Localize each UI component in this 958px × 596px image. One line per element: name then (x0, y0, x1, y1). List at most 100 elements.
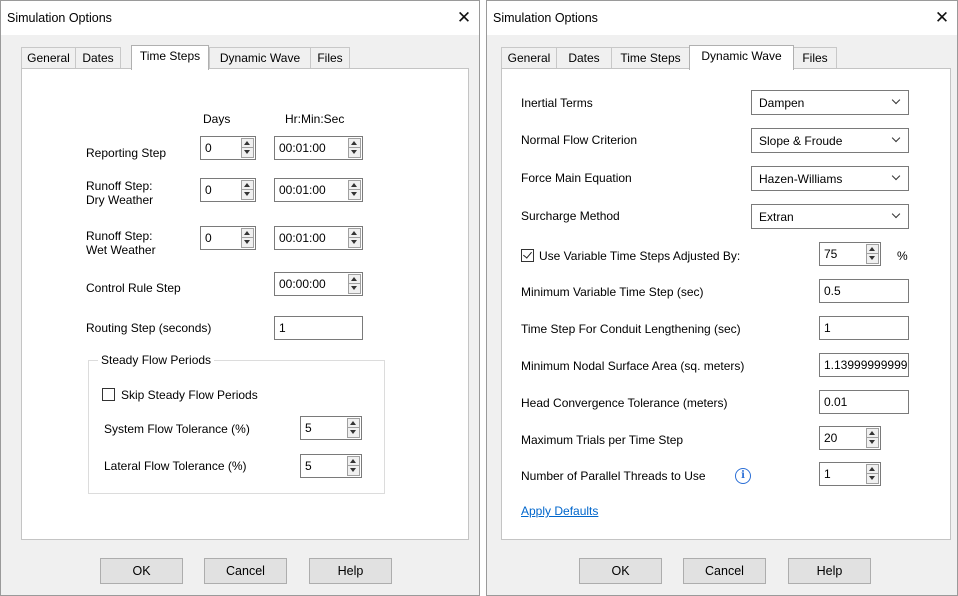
skip-steady-flow-checkbox[interactable] (102, 388, 115, 401)
reporting-step-days-stepper[interactable]: 0 (200, 136, 256, 160)
title-bar: Simulation Options ✕ (1, 1, 479, 35)
parallel-threads-label: Number of Parallel Threads to Use (521, 469, 706, 483)
tab-strip: General Dates Time Steps Dynamic Wave Fi… (501, 45, 861, 70)
routing-step-label: Routing Step (seconds) (86, 321, 212, 335)
spin-down-icon[interactable] (242, 190, 253, 199)
normal-flow-criterion-label: Normal Flow Criterion (521, 133, 638, 147)
help-button[interactable]: Help (309, 558, 392, 584)
tab-general[interactable]: General (21, 47, 76, 69)
help-button[interactable]: Help (788, 558, 871, 584)
max-trials-stepper[interactable]: 20 (819, 426, 881, 450)
spin-buttons[interactable] (866, 428, 879, 448)
min-nodal-area-input[interactable]: 1.13999999999 (819, 353, 909, 377)
spin-buttons[interactable] (348, 138, 361, 158)
spin-buttons[interactable] (347, 418, 360, 438)
force-main-equation-label: Force Main Equation (521, 171, 632, 185)
tab-dates[interactable]: Dates (556, 47, 612, 69)
spin-up-icon[interactable] (242, 229, 253, 238)
head-convergence-input[interactable]: 0.01 (819, 390, 909, 414)
spin-down-icon[interactable] (867, 254, 878, 263)
apply-defaults-link[interactable]: Apply Defaults (521, 504, 598, 518)
surcharge-method-select[interactable]: Extran (751, 204, 909, 229)
normal-flow-criterion-select[interactable]: Slope & Froude (751, 128, 909, 153)
close-icon[interactable]: ✕ (450, 6, 478, 30)
inertial-terms-select[interactable]: Dampen (751, 90, 909, 115)
tab-time-steps[interactable]: Time Steps (131, 45, 209, 70)
dialog-title: Simulation Options (493, 11, 598, 25)
close-icon[interactable]: ✕ (928, 6, 956, 30)
tab-dates[interactable]: Dates (75, 47, 121, 69)
ok-button[interactable]: OK (100, 558, 183, 584)
spin-buttons[interactable] (866, 244, 879, 264)
spin-buttons[interactable] (347, 456, 360, 476)
spin-buttons[interactable] (348, 180, 361, 200)
tab-files[interactable]: Files (310, 47, 350, 69)
conduit-lengthening-label: Time Step For Conduit Lengthening (sec) (521, 322, 741, 336)
ok-button[interactable]: OK (579, 558, 662, 584)
runoff-dry-days-stepper[interactable]: 0 (200, 178, 256, 202)
tab-time-steps[interactable]: Time Steps (611, 47, 690, 69)
runoff-wet-time-stepper[interactable]: 00:01:00 (274, 226, 363, 250)
runoff-dry-time-stepper[interactable]: 00:01:00 (274, 178, 363, 202)
spin-down-icon[interactable] (242, 238, 253, 247)
spin-up-icon[interactable] (348, 457, 359, 466)
spin-buttons[interactable] (866, 464, 879, 484)
spin-down-icon[interactable] (349, 238, 360, 247)
spin-up-icon[interactable] (867, 429, 878, 438)
parallel-threads-stepper[interactable]: 1 (819, 462, 881, 486)
spin-up-icon[interactable] (867, 465, 878, 474)
spin-down-icon[interactable] (349, 190, 360, 199)
spin-down-icon[interactable] (867, 474, 878, 483)
spin-buttons[interactable] (241, 180, 254, 200)
spin-down-icon[interactable] (349, 148, 360, 157)
spin-up-icon[interactable] (349, 181, 360, 190)
conduit-lengthening-input[interactable]: 1 (819, 316, 909, 340)
spin-up-icon[interactable] (348, 419, 359, 428)
tab-strip: General Dates Time Steps Dynamic Wave Fi… (21, 45, 381, 70)
system-flow-tolerance-stepper[interactable]: 5 (300, 416, 362, 440)
spin-down-icon[interactable] (242, 148, 253, 157)
chevron-down-icon (891, 171, 901, 181)
control-rule-time-stepper[interactable]: 00:00:00 (274, 272, 363, 296)
spin-up-icon[interactable] (867, 245, 878, 254)
days-header: Days (203, 112, 231, 126)
spin-buttons[interactable] (348, 274, 361, 294)
tab-files[interactable]: Files (793, 47, 837, 69)
spin-up-icon[interactable] (242, 181, 253, 190)
surcharge-method-label: Surcharge Method (521, 209, 620, 223)
spin-down-icon[interactable] (348, 466, 359, 475)
tab-dynamic-wave[interactable]: Dynamic Wave (689, 45, 794, 70)
simulation-options-dialog-dynamic-wave: Simulation Options ✕ General Dates Time … (486, 0, 958, 596)
tab-general[interactable]: General (501, 47, 557, 69)
spin-down-icon[interactable] (867, 438, 878, 447)
reporting-step-time-stepper[interactable]: 00:01:00 (274, 136, 363, 160)
variable-time-steps-checkbox[interactable] (521, 249, 534, 262)
spin-down-icon[interactable] (349, 284, 360, 293)
tab-dynamic-wave[interactable]: Dynamic Wave (209, 47, 311, 69)
chevron-down-icon (891, 133, 901, 143)
cancel-button[interactable]: Cancel (683, 558, 766, 584)
control-rule-step-label: Control Rule Step (86, 281, 181, 295)
routing-step-input[interactable]: 1 (274, 316, 363, 340)
spin-up-icon[interactable] (349, 139, 360, 148)
dynamic-wave-panel: Inertial Terms Dampen Normal Flow Criter… (501, 68, 951, 540)
lateral-flow-tolerance-stepper[interactable]: 5 (300, 454, 362, 478)
spin-up-icon[interactable] (349, 275, 360, 284)
head-convergence-label: Head Convergence Tolerance (meters) (521, 396, 728, 410)
cancel-button[interactable]: Cancel (204, 558, 287, 584)
spin-up-icon[interactable] (242, 139, 253, 148)
info-icon[interactable]: i (735, 468, 751, 484)
spin-buttons[interactable] (241, 138, 254, 158)
variable-time-steps-stepper[interactable]: 75 (819, 242, 881, 266)
percent-unit-label: % (897, 249, 908, 263)
inertial-terms-label: Inertial Terms (521, 96, 593, 110)
runoff-wet-days-stepper[interactable]: 0 (200, 226, 256, 250)
spin-buttons[interactable] (348, 228, 361, 248)
runoff-wet-label-line2: Wet Weather (86, 243, 156, 257)
force-main-equation-select[interactable]: Hazen-Williams (751, 166, 909, 191)
hms-header: Hr:Min:Sec (285, 112, 345, 126)
min-variable-step-input[interactable]: 0.5 (819, 279, 909, 303)
spin-down-icon[interactable] (348, 428, 359, 437)
spin-up-icon[interactable] (349, 229, 360, 238)
spin-buttons[interactable] (241, 228, 254, 248)
